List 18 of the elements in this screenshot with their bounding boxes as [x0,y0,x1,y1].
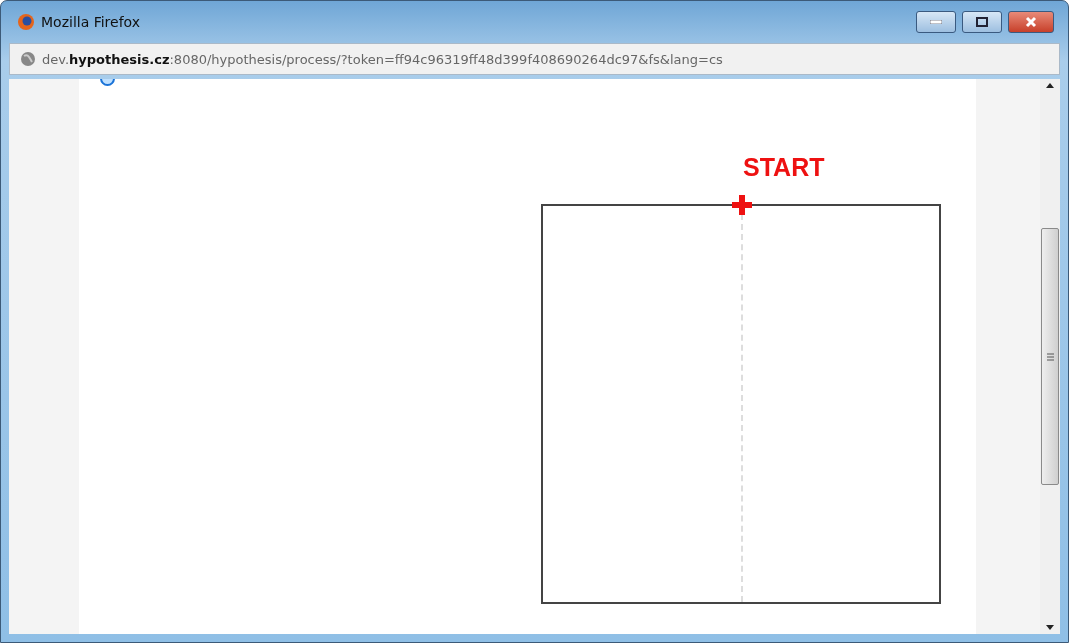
start-cross-icon [730,193,754,217]
maximize-button[interactable] [962,11,1002,33]
close-button[interactable] [1008,11,1054,33]
close-icon [1025,16,1037,28]
start-label: START [743,153,825,182]
scroll-down-icon[interactable] [1046,625,1054,630]
browser-logo-icon [17,13,35,31]
scroll-up-icon[interactable] [1046,83,1054,88]
grip-icon [1046,352,1054,361]
minimize-button[interactable] [916,11,956,33]
url-text: dev.hypothesis.cz:8080/hypothesis/process/?token=ff94c96319ff48d399f408690264dc97&fs&lang=cs [42,51,723,67]
scrollbar[interactable] [1040,79,1060,634]
scroll-thumb[interactable] [1041,228,1059,485]
globe-icon [20,51,36,67]
maximize-icon [976,17,988,27]
minimize-icon [930,20,942,24]
address-bar[interactable]: dev.hypothesis.cz:8080/hypothesis/process/?token=ff94c96319ff48d399f408690264dc97&fs&lang=cs [9,43,1060,75]
window-title: Mozilla Firefox [41,14,142,30]
